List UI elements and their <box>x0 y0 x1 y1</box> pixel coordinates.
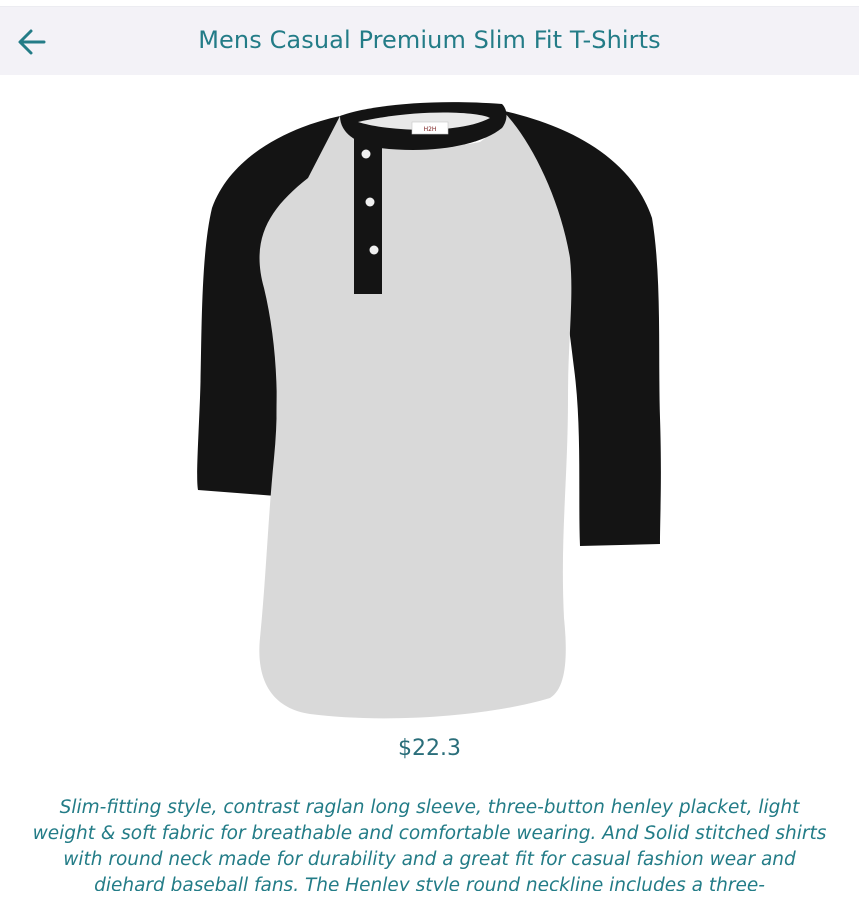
placket <box>354 138 382 294</box>
app-bar: Mens Casual Premium Slim Fit T-Shirts <box>0 6 859 75</box>
product-description: Slim-fitting style, contrast raglan long… <box>32 797 827 891</box>
brand-label: H2H <box>424 126 437 133</box>
product-price: $22.3 <box>398 736 461 761</box>
page-title: Mens Casual Premium Slim Fit T-Shirts <box>198 26 661 54</box>
shirt-body <box>259 110 572 719</box>
product-detail-screen: Mens Casual Premium Slim Fit T-Shirts H2… <box>0 0 859 914</box>
product-image: H2H <box>190 98 670 722</box>
